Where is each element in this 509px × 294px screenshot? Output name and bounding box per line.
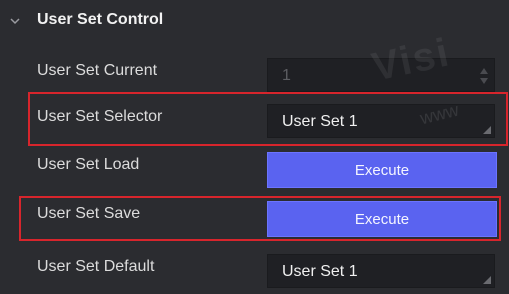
user-set-save-execute-button[interactable]: Execute	[267, 201, 497, 237]
user-set-save-label: User Set Save	[37, 205, 141, 222]
user-set-default-value: User Set 1	[282, 263, 358, 280]
section-header[interactable]: User Set Control	[0, 0, 509, 42]
row-user-set-default: User Set Default User Set 1	[0, 246, 509, 292]
dropdown-corner-icon	[483, 126, 491, 134]
row-user-set-current: User Set Current 1	[0, 50, 509, 96]
user-set-selector-dropdown[interactable]: User Set 1	[267, 104, 495, 138]
user-set-default-label: User Set Default	[37, 258, 155, 275]
user-set-default-dropdown[interactable]: User Set 1	[267, 254, 495, 288]
row-user-set-save: User Set Save Execute	[0, 193, 509, 239]
user-set-selector-label: User Set Selector	[37, 108, 163, 125]
user-set-load-label: User Set Load	[37, 156, 140, 173]
chevron-down-icon	[10, 18, 20, 25]
spin-arrows-icon	[480, 68, 488, 84]
row-user-set-load: User Set Load Execute	[0, 144, 509, 190]
user-set-current-label: User Set Current	[37, 62, 158, 79]
row-user-set-selector: User Set Selector User Set 1	[0, 96, 509, 142]
user-set-current-spinbox: 1	[267, 58, 495, 92]
user-set-load-execute-button[interactable]: Execute	[267, 152, 497, 188]
user-set-selector-value: User Set 1	[282, 113, 358, 130]
user-set-current-value: 1	[282, 67, 291, 84]
section-title: User Set Control	[37, 11, 164, 28]
user-set-control-panel: User Set Control User Set Current 1 User…	[0, 0, 509, 294]
dropdown-corner-icon	[483, 276, 491, 284]
